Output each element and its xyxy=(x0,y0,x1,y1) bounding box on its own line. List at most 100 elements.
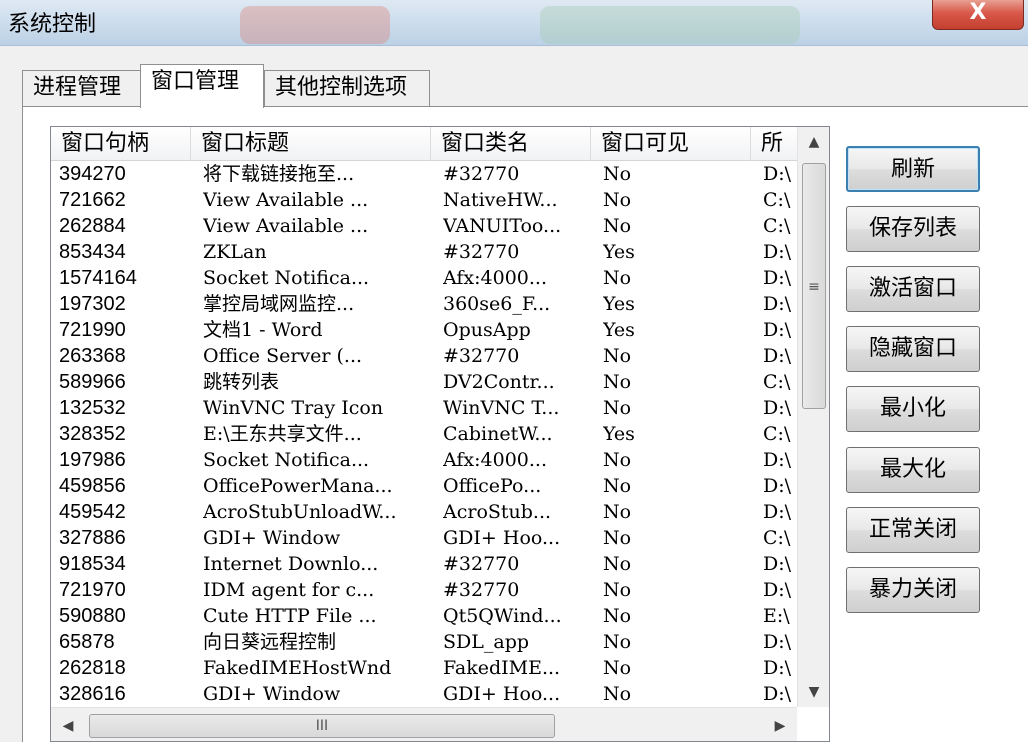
cell-handle: 132532 xyxy=(59,397,126,419)
cell-path: D:\ xyxy=(763,657,792,679)
cell-handle: 327886 xyxy=(59,527,126,549)
scroll-down-icon[interactable]: ▼ xyxy=(798,677,829,707)
cell-visible: No xyxy=(603,553,632,575)
table-row[interactable]: 721990 文档1 - Word OpusApp Yes D:\ xyxy=(51,317,797,343)
cell-class: VANUIToo... xyxy=(443,215,562,237)
cell-title: Cute HTTP File ... xyxy=(203,605,377,627)
cell-title: View Available ... xyxy=(203,215,369,237)
cell-class: Afx:4000... xyxy=(443,267,548,289)
table-row[interactable]: 721970 IDM agent for c... #32770 No D:\ xyxy=(51,577,797,603)
cell-class: #32770 xyxy=(443,553,520,575)
close-button[interactable]: X xyxy=(932,0,1024,30)
column-header-path[interactable]: 所 xyxy=(751,127,797,161)
table-row[interactable]: 262818 FakedIMEHostWnd FakedIME... No D:\ xyxy=(51,655,797,681)
table-row[interactable]: 459542 AcroStubUnloadW... AcroStub... No D:\ xyxy=(51,499,797,525)
table-row[interactable]: 721662 View Available ... NativeHW... No C:\ xyxy=(51,187,797,213)
cell-path: D:\ xyxy=(763,293,792,315)
tab-other-control-options[interactable]: 其他控制选项 xyxy=(264,70,430,106)
minimize-button[interactable]: 最小化 xyxy=(846,386,980,432)
vertical-scroll-thumb[interactable]: ≡ xyxy=(802,163,826,409)
table-row[interactable]: 394270 将下载链接拖至... #32770 No D:\ xyxy=(51,161,797,187)
cell-title: Internet Downlo... xyxy=(203,553,379,575)
table-row[interactable]: 197302 掌控局域网监控... 360se6_F... Yes D:\ xyxy=(51,291,797,317)
table-row[interactable]: 1574164 Socket Notifica... Afx:4000... No D:… xyxy=(51,265,797,291)
grip-icon: III xyxy=(315,718,329,734)
horizontal-scrollbar[interactable]: ◀ III ▶ xyxy=(51,707,797,741)
cell-path: D:\ xyxy=(763,241,792,263)
normal-close-button[interactable]: 正常关闭 xyxy=(846,507,980,553)
cell-path: D:\ xyxy=(763,163,792,185)
cell-class: FakedIME... xyxy=(443,657,561,679)
cell-visible: Yes xyxy=(603,241,635,263)
window-list[interactable]: 窗口句柄 窗口标题 窗口类名 窗口可见 所 394270 将下载链接拖至... #3… xyxy=(50,126,830,742)
cell-title: 向日葵远程控制 xyxy=(203,631,337,653)
tab-process-management[interactable]: 进程管理 xyxy=(22,70,142,106)
table-row[interactable]: 328352 E:\王东共享文件... CabinetW... Yes C:\ xyxy=(51,421,797,447)
cell-handle: 1574164 xyxy=(59,267,137,289)
scroll-left-icon[interactable]: ◀ xyxy=(53,708,83,741)
refresh-button[interactable]: 刷新 xyxy=(846,146,980,192)
cell-class: WinVNC T... xyxy=(443,397,560,419)
background-blur xyxy=(240,6,390,44)
cell-handle: 197302 xyxy=(59,293,126,315)
cell-handle: 394270 xyxy=(59,163,126,185)
cell-class: #32770 xyxy=(443,579,520,601)
cell-class: #32770 xyxy=(443,345,520,367)
cell-handle: 65878 xyxy=(59,631,115,653)
horizontal-scroll-thumb[interactable]: III xyxy=(89,714,555,738)
cell-path: D:\ xyxy=(763,579,792,601)
cell-title: 将下载链接拖至... xyxy=(203,163,355,185)
cell-class: OfficePo... xyxy=(443,475,542,497)
table-row[interactable]: 918534 Internet Downlo... #32770 No D:\ xyxy=(51,551,797,577)
table-row[interactable]: 853434 ZKLan #32770 Yes D:\ xyxy=(51,239,797,265)
cell-path: D:\ xyxy=(763,631,792,653)
cell-visible: Yes xyxy=(603,319,635,341)
cell-handle: 459542 xyxy=(59,501,126,523)
activate-window-button[interactable]: 激活窗口 xyxy=(846,266,980,312)
cell-title: ZKLan xyxy=(203,241,267,263)
cell-path: C:\ xyxy=(763,371,791,393)
maximize-button[interactable]: 最大化 xyxy=(846,447,980,493)
tab-window-management[interactable]: 窗口管理 xyxy=(140,64,264,108)
tab-label: 其他控制选项 xyxy=(275,75,408,100)
cell-class: Qt5QWind... xyxy=(443,605,562,627)
table-row[interactable]: 263368 Office Server (... #32770 No D:\ xyxy=(51,343,797,369)
close-icon: X xyxy=(969,0,987,25)
cell-path: D:\ xyxy=(763,683,792,705)
save-list-button[interactable]: 保存列表 xyxy=(846,206,980,252)
table-row[interactable]: 590880 Cute HTTP File ... Qt5QWind... No E:\ xyxy=(51,603,797,629)
table-row[interactable]: 132532 WinVNC Tray Icon WinVNC T... No D:\ xyxy=(51,395,797,421)
cell-title: GDI+ Window xyxy=(203,683,341,705)
column-header-title[interactable]: 窗口标题 xyxy=(191,127,431,161)
vertical-scrollbar[interactable]: ▲ ≡ ▼ xyxy=(797,127,829,707)
cell-class: #32770 xyxy=(443,241,520,263)
scroll-right-icon[interactable]: ▶ xyxy=(765,708,795,741)
cell-handle: 721990 xyxy=(59,319,126,341)
table-row[interactable]: 65878 向日葵远程控制 SDL_app No D:\ xyxy=(51,629,797,655)
scroll-up-icon[interactable]: ▲ xyxy=(798,127,829,157)
cell-handle: 590880 xyxy=(59,605,126,627)
table-row[interactable]: 327886 GDI+ Window GDI+ Hoo... No C:\ xyxy=(51,525,797,551)
table-row[interactable]: 262884 View Available ... VANUIToo... No C:\ xyxy=(51,213,797,239)
cell-class: CabinetW... xyxy=(443,423,553,445)
column-header-handle[interactable]: 窗口句柄 xyxy=(51,127,191,161)
hide-window-button[interactable]: 隐藏窗口 xyxy=(846,326,980,372)
cell-title: WinVNC Tray Icon xyxy=(203,397,384,419)
cell-title: 跳转列表 xyxy=(203,371,280,393)
table-row[interactable]: 589966 跳转列表 DV2Contr... No C:\ xyxy=(51,369,797,395)
cell-path: E:\ xyxy=(763,605,790,627)
column-header-class[interactable]: 窗口类名 xyxy=(431,127,591,161)
table-row[interactable]: 197986 Socket Notifica... Afx:4000... No D:\ xyxy=(51,447,797,473)
cell-handle: 263368 xyxy=(59,345,126,367)
cell-handle: 721662 xyxy=(59,189,126,211)
cell-handle: 262884 xyxy=(59,215,126,237)
force-close-button[interactable]: 暴力关闭 xyxy=(846,567,980,613)
cell-path: D:\ xyxy=(763,319,792,341)
column-header-visible[interactable]: 窗口可见 xyxy=(591,127,751,161)
table-row[interactable]: 328616 GDI+ Window GDI+ Hoo... No D:\ xyxy=(51,681,797,707)
cell-path: D:\ xyxy=(763,501,792,523)
cell-class: #32770 xyxy=(443,163,520,185)
table-row[interactable]: 459856 OfficePowerMana... OfficePo... No D:\ xyxy=(51,473,797,499)
title-bar[interactable]: 系统控制 X xyxy=(0,0,1028,46)
cell-handle: 721970 xyxy=(59,579,126,601)
